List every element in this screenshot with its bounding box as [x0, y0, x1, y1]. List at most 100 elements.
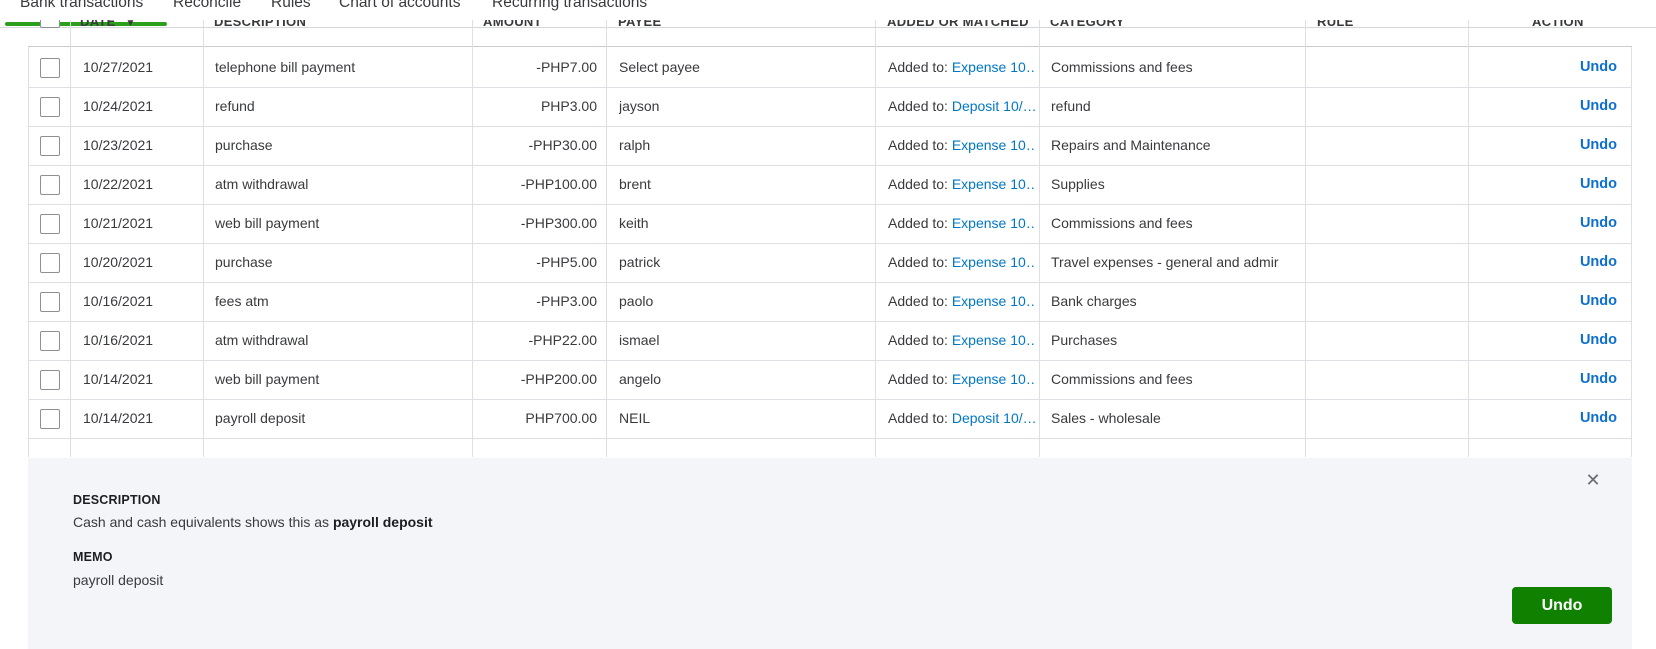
tab-reconcile[interactable]: Reconcile: [173, 0, 241, 12]
transaction-detail-panel: ✕ DESCRIPTION Cash and cash equivalents …: [28, 458, 1632, 649]
row-undo-link[interactable]: Undo: [1478, 359, 1617, 400]
row-payee[interactable]: ismael: [619, 320, 869, 361]
table-row[interactable]: 10/16/2021 fees atm -PHP3.00 paolo Added…: [28, 281, 1632, 322]
row-payee[interactable]: angelo: [619, 359, 869, 400]
row-undo-link[interactable]: Undo: [1478, 125, 1617, 166]
row-category[interactable]: Sales - wholesale: [1051, 398, 1301, 439]
row-undo-link[interactable]: Undo: [1478, 320, 1617, 361]
row-category[interactable]: Purchases: [1051, 320, 1301, 361]
added-transaction-link[interactable]: Deposit 10/…: [952, 410, 1036, 426]
row-category[interactable]: Commissions and fees: [1051, 47, 1301, 88]
row-payee[interactable]: ralph: [619, 125, 869, 166]
row-undo-link[interactable]: Undo: [1478, 86, 1617, 127]
row-checkbox[interactable]: [40, 136, 60, 156]
row-date: 10/14/2021: [83, 371, 154, 387]
sort-desc-icon: ▼: [125, 20, 136, 29]
undo-button[interactable]: Undo: [1512, 587, 1612, 624]
added-transaction-link[interactable]: Expense 10…: [952, 59, 1036, 75]
row-checkbox[interactable]: [40, 292, 60, 312]
detail-description-value: payroll deposit: [332, 514, 433, 530]
row-undo-link[interactable]: Undo: [1478, 164, 1617, 205]
row-checkbox[interactable]: [40, 370, 60, 390]
added-prefix: Added to:: [888, 137, 948, 153]
row-checkbox[interactable]: [40, 253, 60, 273]
close-icon[interactable]: ✕: [1583, 470, 1603, 490]
column-header-category[interactable]: CATEGORY: [1050, 20, 1250, 47]
row-category[interactable]: Commissions and fees: [1051, 359, 1301, 400]
row-date: 10/16/2021: [83, 293, 154, 309]
row-undo-link[interactable]: Undo: [1478, 203, 1617, 244]
row-description: atm withdrawal: [215, 332, 309, 348]
added-transaction-link[interactable]: Expense 10…: [952, 293, 1036, 309]
row-payee[interactable]: brent: [619, 164, 869, 205]
table-row[interactable]: 10/27/2021 telephone bill payment -PHP7.…: [28, 47, 1632, 88]
row-description: web bill payment: [215, 215, 320, 231]
row-description: purchase: [215, 137, 273, 153]
tab-chart-of-accounts[interactable]: Chart of accounts: [339, 0, 460, 12]
row-undo-link[interactable]: Undo: [1478, 47, 1617, 88]
row-undo-link[interactable]: Undo: [1478, 242, 1617, 283]
date-header-label: DATE: [80, 20, 116, 29]
column-header-amount[interactable]: AMOUNT: [483, 20, 603, 47]
row-rule: [1318, 359, 1458, 400]
added-transaction-link[interactable]: Expense 10…: [952, 371, 1036, 387]
tab-rules[interactable]: Rules: [271, 0, 311, 12]
row-amount: -PHP100.00: [520, 176, 597, 192]
row-undo-link[interactable]: Undo: [1478, 398, 1617, 439]
table-row[interactable]: 10/22/2021 atm withdrawal -PHP100.00 bre…: [28, 164, 1632, 205]
table-row[interactable]: 10/20/2021 purchase -PHP5.00 patrick Add…: [28, 242, 1632, 283]
row-category[interactable]: Commissions and fees: [1051, 203, 1301, 244]
added-transaction-link[interactable]: Deposit 10/…: [952, 98, 1036, 114]
row-category[interactable]: Supplies: [1051, 164, 1301, 205]
row-payee[interactable]: jayson: [619, 86, 869, 127]
table-row[interactable]: 10/24/2021 refund PHP3.00 jayson Added t…: [28, 86, 1632, 127]
table-row[interactable]: 10/23/2021 purchase -PHP30.00 ralph Adde…: [28, 125, 1632, 166]
row-rule: [1318, 125, 1458, 166]
table-row[interactable]: 10/14/2021 web bill payment -PHP200.00 a…: [28, 359, 1632, 400]
row-rule: [1318, 320, 1458, 361]
tab-bank-transactions[interactable]: Bank transactions: [20, 0, 143, 12]
row-rule: [1318, 242, 1458, 283]
row-added-or-matched: Added to: Expense 10…: [888, 242, 1036, 283]
row-rule: [1318, 398, 1458, 439]
row-payee[interactable]: Select payee: [619, 47, 869, 88]
table-row[interactable]: 10/16/2021 atm withdrawal -PHP22.00 isma…: [28, 320, 1632, 361]
select-all-checkbox[interactable]: [40, 20, 60, 28]
row-checkbox[interactable]: [40, 409, 60, 429]
added-transaction-link[interactable]: Expense 10…: [952, 137, 1036, 153]
row-checkbox[interactable]: [40, 331, 60, 351]
table-row[interactable]: 10/21/2021 web bill payment -PHP300.00 k…: [28, 203, 1632, 244]
column-header-description[interactable]: DESCRIPTION: [214, 20, 414, 47]
added-transaction-link[interactable]: Expense 10…: [952, 332, 1036, 348]
row-description: web bill payment: [215, 371, 320, 387]
column-header-date[interactable]: DATE ▼: [80, 20, 200, 47]
added-prefix: Added to:: [888, 254, 948, 270]
row-checkbox[interactable]: [40, 214, 60, 234]
detail-memo-value: payroll deposit: [73, 572, 164, 588]
row-added-or-matched: Added to: Expense 10…: [888, 203, 1036, 244]
tab-recurring-transactions[interactable]: Recurring transactions: [492, 0, 647, 12]
row-payee[interactable]: keith: [619, 203, 869, 244]
added-prefix: Added to:: [888, 215, 948, 231]
added-transaction-link[interactable]: Expense 10…: [952, 254, 1036, 270]
row-checkbox[interactable]: [40, 97, 60, 117]
row-rule: [1318, 86, 1458, 127]
added-transaction-link[interactable]: Expense 10…: [952, 176, 1036, 192]
row-rule: [1318, 47, 1458, 88]
row-payee[interactable]: patrick: [619, 242, 869, 283]
row-checkbox[interactable]: [40, 58, 60, 78]
table-row-selected[interactable]: 10/14/2021 payroll deposit PHP700.00 NEI…: [28, 398, 1632, 439]
added-transaction-link[interactable]: Expense 10…: [952, 215, 1036, 231]
column-header-payee[interactable]: PAYEE: [618, 20, 738, 47]
row-checkbox[interactable]: [40, 175, 60, 195]
row-amount: -PHP200.00: [520, 371, 597, 387]
row-category[interactable]: Repairs and Maintenance: [1051, 125, 1301, 166]
row-category[interactable]: Travel expenses - general and admir: [1051, 242, 1301, 283]
row-payee[interactable]: NEIL: [619, 398, 869, 439]
row-undo-link[interactable]: Undo: [1478, 281, 1617, 322]
row-category[interactable]: Bank charges: [1051, 281, 1301, 322]
row-payee[interactable]: paolo: [619, 281, 869, 322]
row-description: refund: [215, 98, 255, 114]
row-category[interactable]: refund: [1051, 86, 1301, 127]
detail-description-label: DESCRIPTION: [73, 493, 161, 507]
